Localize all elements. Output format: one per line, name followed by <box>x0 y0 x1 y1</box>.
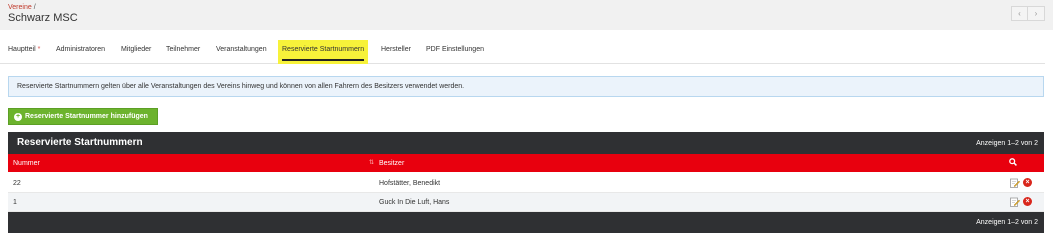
edit-icon[interactable] <box>1010 178 1020 188</box>
table-header-row: Nummer ⇅ Besitzer <box>8 154 1044 172</box>
tab-veranstaltungen[interactable]: Veranstaltungen <box>216 40 267 64</box>
search-icon[interactable] <box>1009 158 1017 166</box>
breadcrumb: Vereine / <box>8 4 36 11</box>
cell-nummer: 1 <box>13 199 17 206</box>
table-row: 22 Hofstätter, Benedikt × <box>8 174 1044 193</box>
sort-icon[interactable]: ⇅ <box>369 159 374 166</box>
column-header-besitzer[interactable]: Besitzer <box>379 160 404 167</box>
tab-reservierte-startnummern[interactable]: Reservierte Startnummern <box>278 40 369 64</box>
tab-mitglieder[interactable]: Mitglieder <box>121 40 151 64</box>
column-header-nummer[interactable]: Nummer <box>13 160 40 167</box>
required-marker: * <box>37 46 41 53</box>
record-pager: ‹ › <box>1011 6 1045 21</box>
tab-pdf-einstellungen[interactable]: PDF Einstellungen <box>426 40 484 64</box>
breadcrumb-separator: / <box>33 4 36 11</box>
tab-teilnehmer[interactable]: Teilnehmer <box>166 40 200 64</box>
row-actions: × <box>1010 178 1032 188</box>
edit-icon[interactable] <box>1010 197 1020 207</box>
previous-record-button[interactable]: ‹ <box>1011 6 1028 21</box>
cell-besitzer: Guck In Die Luft, Hans <box>379 199 450 206</box>
tab-bar: Hauptteil * Administratoren Mitglieder T… <box>0 40 1045 64</box>
tab-label: Hauptteil <box>8 46 36 53</box>
delete-icon[interactable]: × <box>1023 178 1032 187</box>
tab-hauptteil[interactable]: Hauptteil * <box>8 40 40 64</box>
table-title: Reservierte Startnummern <box>17 137 143 148</box>
footer-record-count: Anzeigen 1–2 von 2 <box>976 219 1038 226</box>
table-row: 1 Guck In Die Luft, Hans × <box>8 193 1044 212</box>
next-record-button[interactable]: › <box>1028 6 1045 21</box>
page-title: Schwarz MSC <box>8 12 78 24</box>
tab-administratoren[interactable]: Administratoren <box>56 40 105 64</box>
plus-circle-icon: + <box>14 112 22 121</box>
table-panel-header: Reservierte Startnummern Anzeigen 1–2 vo… <box>8 132 1044 154</box>
add-button-label: Reservierte Startnummer hinzufügen <box>25 113 148 120</box>
cell-besitzer: Hofstätter, Benedikt <box>379 180 441 187</box>
row-actions: × <box>1010 197 1032 207</box>
add-reserved-number-button[interactable]: + Reservierte Startnummer hinzufügen <box>8 108 158 125</box>
tab-hersteller[interactable]: Hersteller <box>381 40 411 64</box>
top-header: Vereine / Schwarz MSC ‹ › <box>0 0 1053 30</box>
cell-nummer: 22 <box>13 180 21 187</box>
table-panel-footer: Anzeigen 1–2 von 2 <box>8 212 1044 233</box>
delete-icon[interactable]: × <box>1023 197 1032 206</box>
breadcrumb-link-vereine[interactable]: Vereine <box>8 4 32 11</box>
record-count: Anzeigen 1–2 von 2 <box>976 140 1038 147</box>
info-alert: Reservierte Startnummern gelten über all… <box>8 76 1044 97</box>
